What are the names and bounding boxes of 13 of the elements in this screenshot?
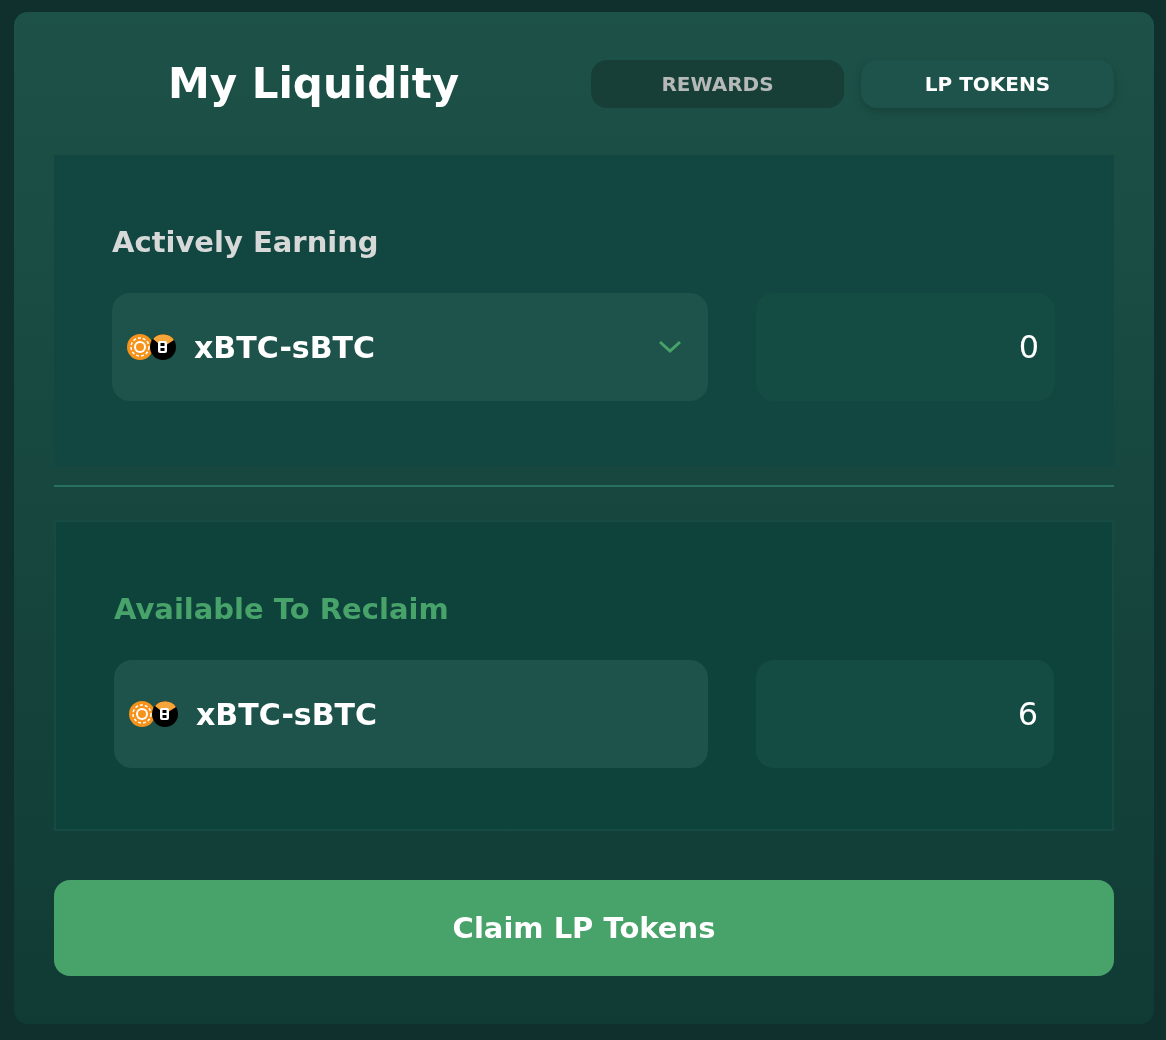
amount-field: 6 <box>756 660 1054 768</box>
section-heading: Actively Earning <box>112 225 380 259</box>
token-select[interactable]: xBTC-sBTC <box>112 293 708 401</box>
token-pair-icon <box>128 700 180 728</box>
token-pair-icon <box>126 333 178 361</box>
token-name: xBTC-sBTC <box>196 696 379 732</box>
panel-title: My Liquidity <box>166 59 461 108</box>
tab[interactable]: LP TOKENS <box>861 59 1114 108</box>
token-name: xBTC-sBTC <box>194 329 377 365</box>
section-heading: Available To Reclaim <box>114 592 450 626</box>
chevron-down-icon <box>658 340 682 354</box>
amount-field: 0 <box>756 293 1055 401</box>
tab[interactable]: REWARDS <box>591 59 844 108</box>
